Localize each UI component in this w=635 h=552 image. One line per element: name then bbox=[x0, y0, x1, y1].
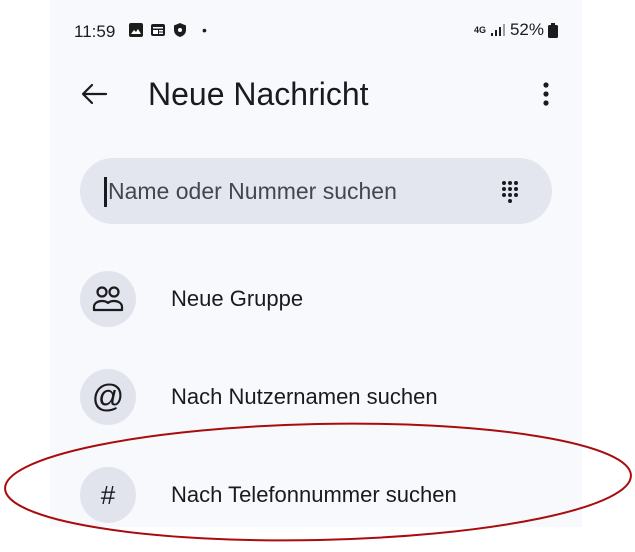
search-input[interactable] bbox=[108, 158, 468, 224]
at-icon: @ bbox=[80, 369, 136, 425]
group-icon bbox=[80, 271, 136, 327]
battery-icon bbox=[548, 22, 558, 38]
battery-percentage: 52% bbox=[509, 20, 544, 39]
list-item-label: Nach Telefonnummer suchen bbox=[171, 482, 457, 507]
list-item-label: Neue Gruppe bbox=[171, 286, 304, 311]
status-bar: 11:59 • 4G 52% bbox=[50, 0, 582, 62]
back-arrow-icon[interactable] bbox=[78, 78, 110, 110]
more-options-icon[interactable] bbox=[538, 78, 554, 110]
search-by-username-item[interactable]: @ Nach Nutzernamen suchen bbox=[50, 361, 582, 433]
search-by-phone-item[interactable]: # Nach Telefonnummer suchen bbox=[50, 459, 582, 531]
network-type-label: 4G bbox=[473, 24, 486, 35]
notification-icons: • bbox=[128, 22, 207, 38]
shield-icon bbox=[174, 23, 186, 37]
hash-icon: # bbox=[80, 467, 136, 523]
signal-icon bbox=[490, 24, 505, 36]
page-title: Neue Nachricht bbox=[148, 76, 369, 112]
search-box[interactable] bbox=[80, 158, 552, 224]
text-cursor bbox=[104, 177, 107, 207]
app-bar: Neue Nachricht bbox=[50, 62, 582, 132]
phone-screen: 11:59 • 4G 52% Neue Nachricht Name oder … bbox=[50, 0, 582, 527]
news-icon bbox=[151, 24, 165, 36]
list-item-label: Nach Nutzernamen suchen bbox=[171, 384, 438, 409]
status-dot: • bbox=[202, 22, 207, 38]
system-icons: 4G 52% bbox=[474, 20, 558, 40]
new-group-item[interactable]: Neue Gruppe bbox=[50, 263, 582, 335]
image-icon bbox=[129, 23, 143, 37]
dialpad-icon[interactable] bbox=[498, 179, 522, 203]
status-time: 11:59 bbox=[74, 22, 116, 41]
